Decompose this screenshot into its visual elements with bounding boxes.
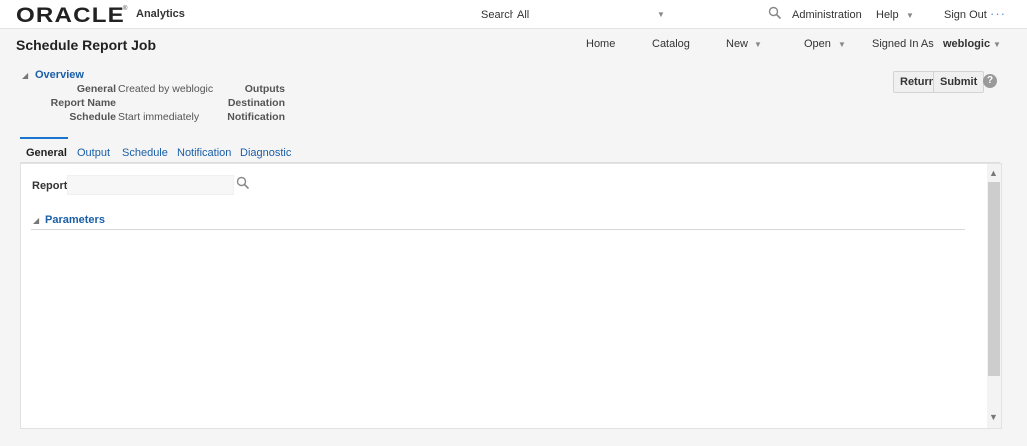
user-menu[interactable]: weblogic: [943, 38, 990, 50]
triangle-collapse-icon[interactable]: ◢: [33, 216, 39, 225]
destination-label: Destination: [227, 97, 285, 109]
vertical-scrollbar[interactable]: ▲ ▼: [987, 164, 1001, 428]
submit-button[interactable]: Submit: [933, 71, 985, 93]
signed-in-as-label: Signed In As: [872, 38, 934, 50]
nav-home[interactable]: Home: [586, 38, 615, 50]
oracle-logo: ORACLE: [16, 4, 125, 27]
global-header: ORACLE ® Analytics Search All ▼ Administ…: [0, 0, 1027, 29]
nav-new[interactable]: New: [726, 38, 748, 50]
sign-out-link[interactable]: Sign Out: [944, 9, 987, 21]
scroll-down-icon[interactable]: ▼: [989, 412, 998, 422]
chevron-down-icon[interactable]: ▼: [754, 40, 762, 49]
search-scope-value: All: [517, 9, 530, 21]
help-icon[interactable]: ?: [983, 74, 997, 88]
chevron-down-icon: ▼: [657, 10, 665, 19]
chevron-down-icon[interactable]: ▼: [993, 40, 1001, 49]
registered-mark: ®: [123, 6, 128, 12]
general-panel: Report ◢ Parameters ▲ ▼: [20, 163, 1002, 429]
administration-link[interactable]: Administration: [792, 9, 862, 21]
notification-label: Notification: [227, 111, 285, 123]
report-label: Report: [32, 180, 68, 192]
tab-general[interactable]: General: [20, 137, 68, 163]
chevron-down-icon[interactable]: ▼: [838, 40, 846, 49]
search-scope-select[interactable]: All ▼: [513, 5, 673, 24]
app-name: Analytics: [136, 8, 185, 20]
more-options-icon[interactable]: ···: [990, 6, 1006, 21]
tab-schedule[interactable]: Schedule: [122, 137, 168, 163]
report-input[interactable]: [67, 175, 234, 195]
triangle-collapse-icon[interactable]: ◢: [22, 71, 28, 80]
parameters-title[interactable]: Parameters: [45, 214, 105, 226]
general-label: General: [76, 83, 116, 95]
schedule-value: Start immediately: [118, 111, 200, 123]
schedule-label: Schedule: [69, 111, 116, 123]
report-name-label: Report Name: [50, 97, 116, 109]
tab-diagnostic[interactable]: Diagnostic: [240, 137, 291, 163]
nav-catalog[interactable]: Catalog: [652, 38, 690, 50]
overview-title[interactable]: Overview: [35, 69, 84, 81]
scroll-up-icon[interactable]: ▲: [989, 168, 998, 178]
search-label: Search: [481, 9, 516, 21]
tab-notification[interactable]: Notification: [177, 137, 231, 163]
tab-bar: General Output Schedule Notification Dia…: [20, 137, 1000, 163]
page-header: Schedule Report Job Home Catalog New ▼ O…: [0, 29, 1027, 61]
help-menu[interactable]: Help: [876, 9, 899, 21]
divider: [31, 229, 965, 230]
search-icon[interactable]: [236, 176, 252, 192]
page-title: Schedule Report Job: [16, 37, 157, 53]
chevron-down-icon[interactable]: ▼: [906, 11, 914, 20]
search-icon[interactable]: [768, 6, 784, 22]
search-input[interactable]: [678, 5, 766, 24]
nav-open[interactable]: Open: [804, 38, 831, 50]
overview-section: ◢ Overview General Created by weblogic R…: [0, 63, 1027, 133]
general-value: Created by weblogic: [118, 83, 214, 95]
scroll-thumb[interactable]: [988, 182, 1000, 376]
outputs-label: Outputs: [244, 83, 285, 95]
tab-output[interactable]: Output: [77, 137, 110, 163]
